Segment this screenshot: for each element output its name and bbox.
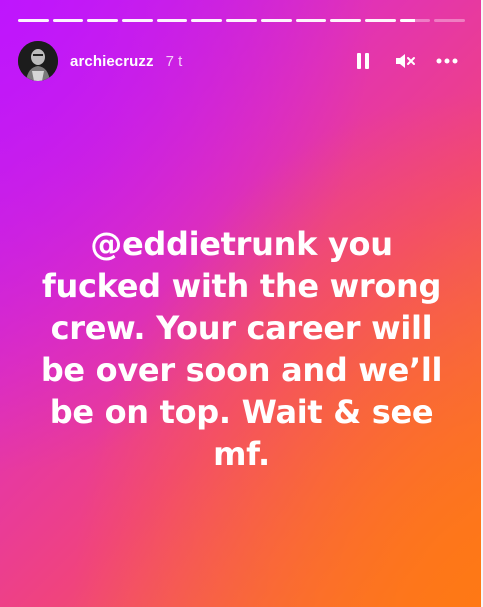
progress-segment: [260, 19, 292, 22]
progress-segment: [191, 19, 223, 22]
progress-segment: [122, 19, 153, 22]
progress-segment: [399, 19, 431, 22]
story-viewer[interactable]: archiecruzz 7 t @eddietrunk you fucked w…: [0, 0, 483, 607]
progress-segment: [156, 19, 188, 22]
more-options-button[interactable]: [435, 49, 459, 73]
story-header: archiecruzz 7 t: [18, 40, 465, 82]
progress-segment: [52, 19, 84, 22]
progress-segment: [226, 19, 257, 22]
progress-segment: [295, 19, 327, 22]
progress-segment: [330, 19, 361, 22]
story-text: @eddietrunk you fucked with the wrong cr…: [40, 225, 443, 473]
mute-button[interactable]: [393, 49, 417, 73]
story-timestamp: 7 t: [165, 52, 183, 70]
mute-icon: [396, 54, 415, 68]
avatar[interactable]: [18, 41, 58, 81]
username[interactable]: archiecruzz: [70, 53, 154, 70]
pause-button[interactable]: [351, 49, 375, 73]
progress-segment: [434, 19, 465, 22]
progress-segment: [18, 19, 49, 22]
pause-icon: [357, 53, 369, 69]
more-icon: [436, 58, 458, 64]
progress-segment: [87, 19, 119, 22]
story-controls: [351, 49, 465, 73]
story-progress-bar: [18, 19, 465, 22]
progress-segment: [364, 19, 396, 22]
